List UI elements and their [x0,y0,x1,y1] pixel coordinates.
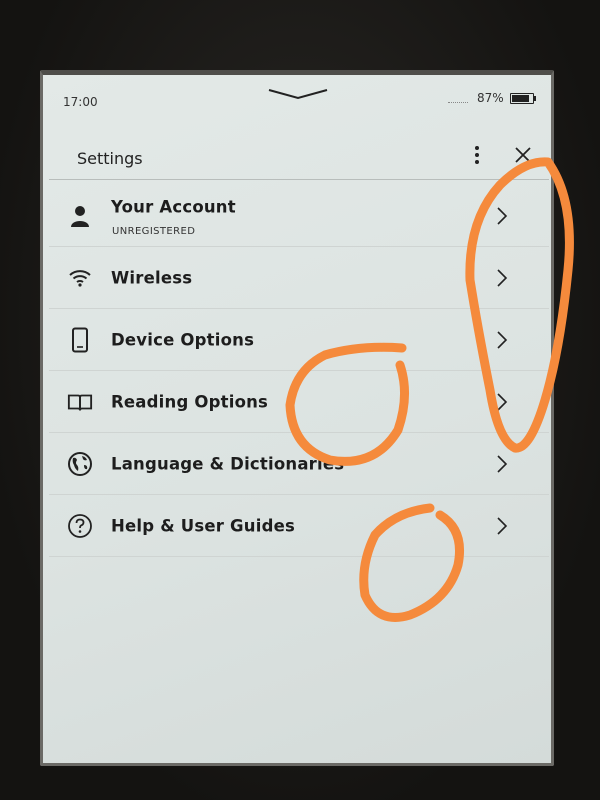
chevron-right-icon [497,330,508,349]
settings-item-your-account[interactable]: Your Account UNREGISTERED [49,185,549,247]
settings-header: Settings [43,131,551,179]
close-icon [515,147,531,163]
battery-icon [510,93,534,104]
settings-item-language-dictionaries[interactable]: Language & Dictionaries [49,433,549,495]
page-title: Settings [77,149,143,168]
chevron-right-icon [497,392,508,411]
settings-item-label: Device Options [111,330,255,349]
header-divider [49,179,549,180]
more-options-button[interactable] [463,141,491,169]
settings-item-label: Language & Dictionaries [111,454,345,473]
more-vertical-icon [475,146,479,164]
book-icon [67,389,93,415]
chevron-right-icon [497,206,508,225]
wifi-icon [67,265,93,291]
status-time: 17:00 [63,95,98,109]
battery-percent: 87% [477,91,504,105]
settings-list: Your Account UNREGISTERED Wireless Devic… [49,185,549,557]
status-bar: 17:00 87% [43,75,551,115]
settings-item-label: Reading Options [111,392,269,411]
globe-icon [67,451,93,477]
chevron-right-icon [497,268,508,287]
settings-item-wireless[interactable]: Wireless [49,247,549,309]
settings-item-help-user-guides[interactable]: Help & User Guides [49,495,549,557]
device-icon [67,327,93,353]
account-status: UNREGISTERED [112,226,196,237]
close-button[interactable] [509,141,537,169]
battery-tip [534,96,536,101]
pull-down-chevron-icon[interactable] [267,87,329,101]
battery-fill [512,95,529,102]
chevron-right-icon [497,454,508,473]
help-icon [67,513,93,539]
settings-item-device-options[interactable]: Device Options [49,309,549,371]
settings-item-reading-options[interactable]: Reading Options [49,371,549,433]
settings-item-label: Your Account [111,197,236,217]
person-icon [67,203,93,229]
e-reader-screen: 17:00 87% Settings Your Account UNREGIST… [40,70,554,766]
settings-item-label: Wireless [111,268,193,287]
chevron-right-icon [497,516,508,535]
signal-indicator [448,102,468,105]
settings-item-label: Help & User Guides [111,516,296,535]
